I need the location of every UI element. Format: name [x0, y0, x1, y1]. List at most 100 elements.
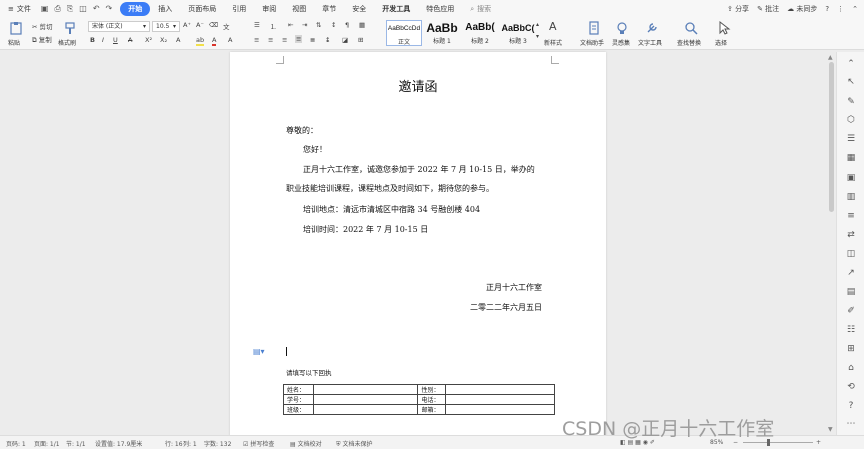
- shading-icon[interactable]: ◪: [342, 36, 348, 44]
- zoom-slider[interactable]: [743, 442, 813, 443]
- style-normal[interactable]: AaBbCcDd 正文: [386, 20, 422, 46]
- paste-icon[interactable]: [9, 21, 23, 35]
- indent-icon[interactable]: ⇥: [302, 21, 307, 29]
- table-cell[interactable]: [445, 404, 555, 415]
- table-cell[interactable]: 邮箱：: [417, 404, 447, 415]
- find-replace-label[interactable]: 查找替换: [677, 38, 701, 47]
- styles-scroll-up[interactable]: ▴: [536, 21, 539, 28]
- font-color-button[interactable]: A: [212, 36, 217, 46]
- numbered-list-icon[interactable]: ⒈: [270, 21, 277, 31]
- table-cell[interactable]: 班级：: [283, 404, 314, 415]
- align-center-icon[interactable]: ≡: [268, 36, 273, 44]
- inspire-label[interactable]: 灵感集: [612, 38, 630, 47]
- text-tools-label[interactable]: 文字工具: [638, 38, 662, 47]
- wrench-icon[interactable]: [645, 21, 659, 35]
- table-cell[interactable]: [312, 394, 419, 405]
- more-panel-icon[interactable]: ⋯: [845, 418, 857, 430]
- grow-font-button[interactable]: A⁺: [183, 21, 191, 29]
- scrollbar-thumb[interactable]: [829, 62, 834, 212]
- navigation-icon[interactable]: ☰: [845, 133, 857, 145]
- status-position[interactable]: 设置值: 17.9厘米: [95, 439, 142, 448]
- align-right-icon[interactable]: ≡: [282, 36, 287, 44]
- scroll-down-icon[interactable]: ▼: [828, 426, 833, 433]
- subscript-button[interactable]: X₂: [160, 36, 167, 44]
- format-painter-label[interactable]: 格式刷: [58, 38, 76, 47]
- underline-button[interactable]: U: [113, 36, 118, 44]
- status-section[interactable]: 节: 1/1: [66, 439, 86, 448]
- image-icon[interactable]: ▣: [845, 172, 857, 184]
- save-icon[interactable]: ▣: [41, 4, 49, 14]
- table-icon[interactable]: ▦: [845, 152, 857, 164]
- font-size-select[interactable]: 10.5 ▾: [152, 21, 180, 32]
- document-icon[interactable]: ▤: [845, 286, 857, 298]
- vertical-scrollbar[interactable]: ▲ ▼: [828, 52, 835, 436]
- chart-icon[interactable]: ▥: [845, 191, 857, 203]
- font-name-select[interactable]: 宋体 (正文) ▾: [88, 21, 150, 32]
- strikethrough-button[interactable]: A: [128, 36, 132, 44]
- cursor-icon[interactable]: [717, 21, 731, 35]
- help-icon[interactable]: ?: [825, 5, 829, 13]
- search-box[interactable]: ⌕ 搜索: [470, 4, 491, 14]
- shrink-font-button[interactable]: A⁻: [196, 21, 204, 29]
- style-heading-3[interactable]: AaBbC( 标题 3: [500, 20, 536, 46]
- find-replace-icon[interactable]: [684, 21, 698, 35]
- more-icon[interactable]: ⋮: [837, 5, 844, 13]
- style-heading-2[interactable]: AaBb( 标题 2: [462, 20, 498, 46]
- tab-chapter[interactable]: 章节: [314, 2, 344, 16]
- bold-button[interactable]: B: [90, 36, 95, 44]
- table-cell[interactable]: [445, 394, 555, 405]
- document-page[interactable]: 邀请函 尊敬的： 您好！ 正月十六工作室，诚邀您参加于 2022 年 7 月 1…: [230, 52, 606, 436]
- new-style-label[interactable]: 新样式: [544, 38, 562, 47]
- table-cell[interactable]: 电话：: [417, 394, 447, 405]
- preview-icon[interactable]: ◫: [79, 4, 87, 14]
- pinyin-icon[interactable]: 文: [223, 21, 230, 31]
- help-panel-icon[interactable]: ?: [845, 400, 857, 412]
- comment-button[interactable]: ✎ 批注: [757, 4, 779, 14]
- doc-helper-label[interactable]: 文档助手: [580, 38, 604, 47]
- tab-review[interactable]: 审阅: [254, 2, 284, 16]
- borders-icon[interactable]: ▦: [359, 21, 365, 29]
- tab-security[interactable]: 安全: [344, 2, 374, 16]
- status-word-count[interactable]: 字数: 132: [204, 439, 231, 448]
- cut-button[interactable]: ✂ 剪切: [32, 21, 53, 31]
- chinese-layout-icon[interactable]: ⇅: [316, 21, 321, 29]
- show-marks-icon[interactable]: ¶: [345, 21, 349, 29]
- file-menu[interactable]: ≡ 文件: [0, 4, 37, 14]
- style-panel-icon[interactable]: ✎: [845, 96, 857, 108]
- collapse-icon[interactable]: ⌃: [852, 5, 858, 13]
- spell-check-button[interactable]: ☑ 拼写检查: [243, 439, 274, 448]
- layers-icon[interactable]: ◫: [845, 248, 857, 260]
- table-cell[interactable]: 性别：: [417, 384, 447, 395]
- sync-button[interactable]: ☁ 未同步: [787, 4, 817, 14]
- paste-label[interactable]: 粘贴: [8, 38, 20, 47]
- clear-format-icon[interactable]: ⌫: [209, 21, 218, 29]
- select-tool-icon[interactable]: ↖: [845, 76, 857, 88]
- translate-icon[interactable]: ⇄: [845, 229, 857, 241]
- italic-button[interactable]: I: [102, 36, 104, 44]
- tab-page-layout[interactable]: 页面布局: [180, 2, 224, 16]
- border-grid-icon[interactable]: ⊞: [358, 36, 363, 44]
- collapse-panel-icon[interactable]: ⌃: [845, 58, 857, 70]
- tab-features[interactable]: 特色应用: [418, 2, 462, 16]
- paragraph-handle-icon[interactable]: ▤▾: [253, 347, 265, 356]
- superscript-button[interactable]: X²: [145, 36, 152, 44]
- edit-icon[interactable]: ✐: [845, 305, 857, 317]
- align-left-icon[interactable]: ≡: [254, 36, 259, 44]
- status-row[interactable]: 行: 16: [165, 439, 183, 448]
- char-shading-button[interactable]: A: [228, 36, 232, 44]
- zoom-in-icon[interactable]: +: [816, 439, 821, 446]
- justify-icon[interactable]: ≡: [295, 35, 303, 43]
- select-label[interactable]: 选择: [715, 38, 727, 47]
- shape-icon[interactable]: ⬡: [845, 114, 857, 126]
- table-cell[interactable]: [312, 404, 419, 415]
- tab-developer[interactable]: 开发工具: [374, 2, 418, 16]
- undo-icon[interactable]: ↶: [93, 4, 100, 14]
- expand-icon[interactable]: ⊞: [845, 343, 857, 355]
- new-style-icon[interactable]: A: [549, 20, 557, 33]
- table-cell[interactable]: 姓名：: [283, 384, 314, 395]
- scroll-up-icon[interactable]: ▲: [828, 54, 833, 61]
- styles-scroll-down[interactable]: ▾: [536, 33, 539, 40]
- status-col[interactable]: 列: 1: [183, 439, 197, 448]
- sort-icon[interactable]: ↕: [331, 21, 336, 29]
- print-icon[interactable]: ⎘: [67, 4, 73, 14]
